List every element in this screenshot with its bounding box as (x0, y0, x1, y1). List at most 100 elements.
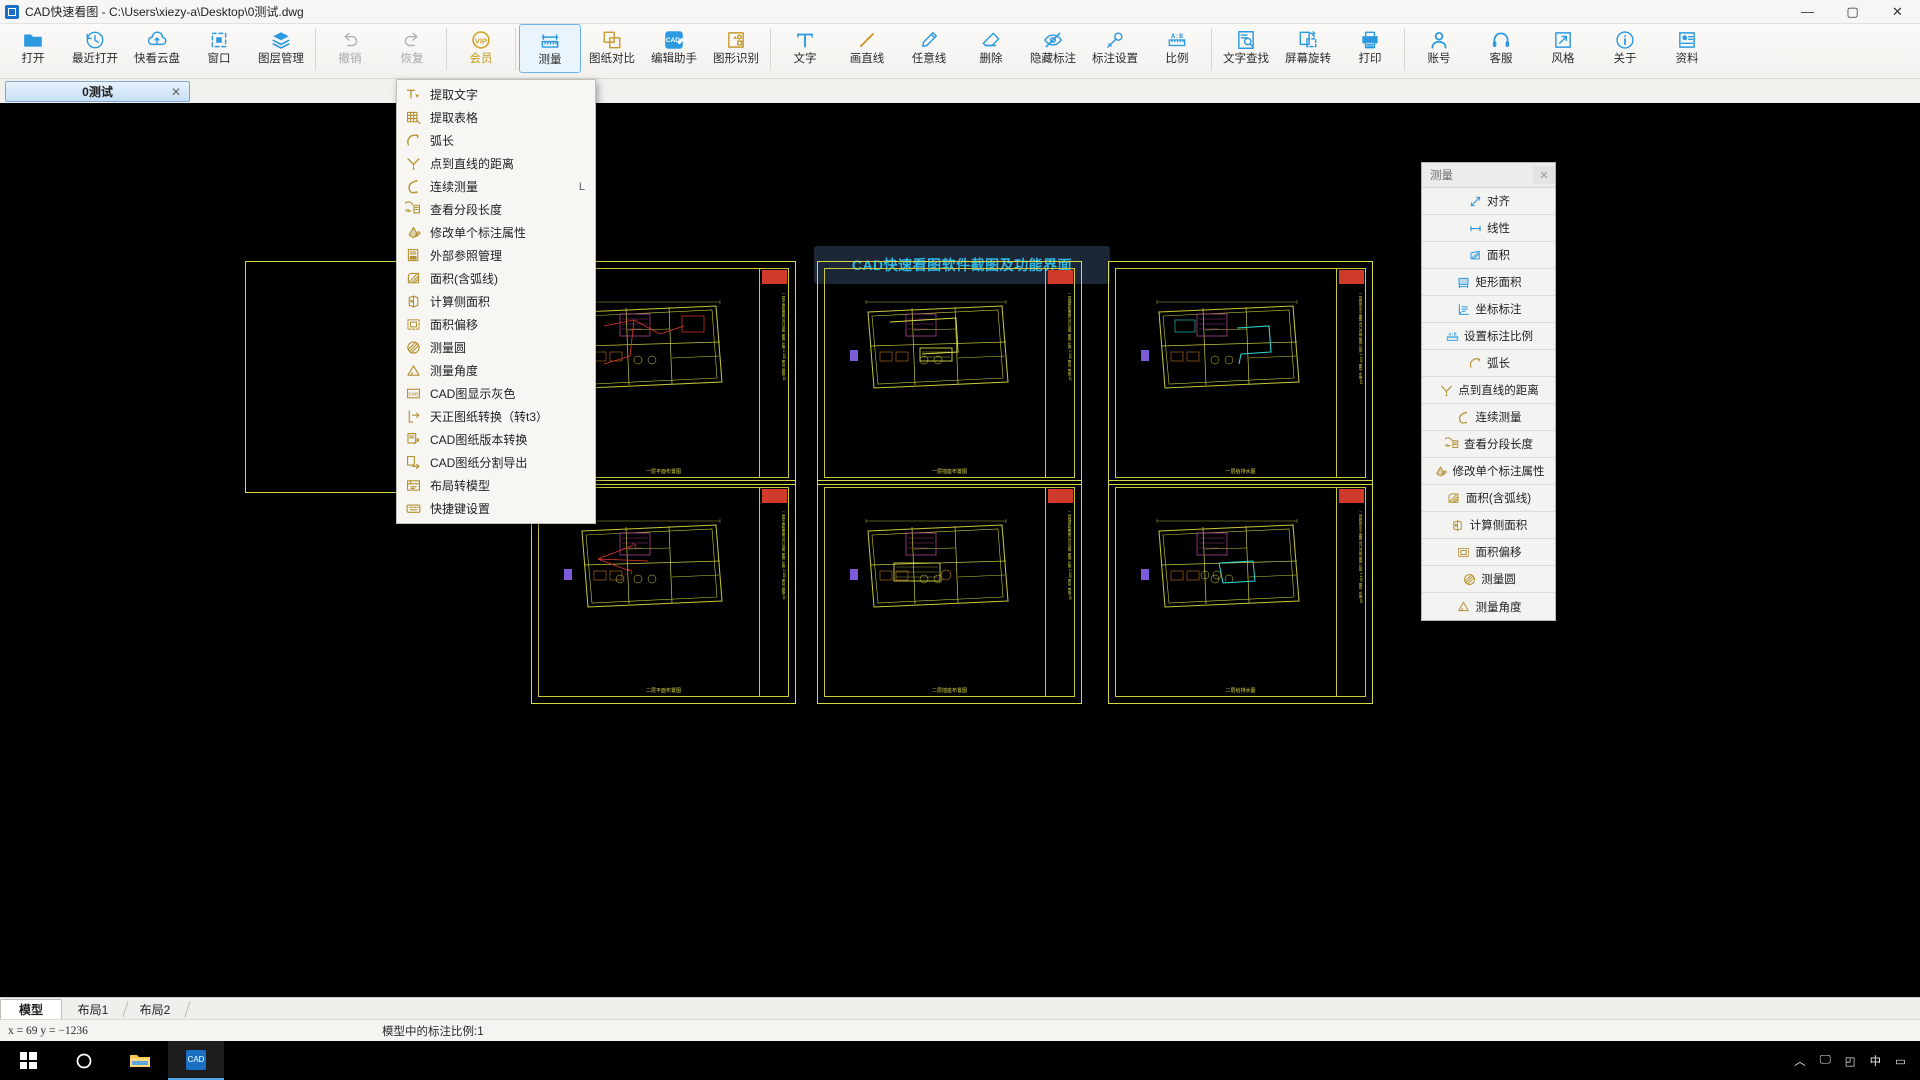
layout-tab-布局1[interactable]: 布局1 (62, 999, 129, 1019)
toolbar-button-label: 比例 (1165, 53, 1189, 65)
close-icon[interactable]: ✕ (171, 85, 181, 99)
layout-tab-模型[interactable]: 模型 (0, 999, 62, 1019)
toolbar-button-画直线[interactable]: 画直线 (836, 24, 898, 77)
panel-item-查看分段长度[interactable]: 查看分段长度 (1422, 431, 1555, 458)
panel-item-面积(含弧线)[interactable]: 面积(含弧线) (1422, 485, 1555, 512)
cad-sheet-4[interactable]: 二层插座布置图 设计说明 图例 比例 1:100 图号 电施-05 二层插座布置图 (817, 480, 1082, 704)
panel-item-对齐[interactable]: 对齐 (1422, 188, 1555, 215)
toolbar-button-比例[interactable]: A:B 比例 (1146, 24, 1208, 77)
hotkey-settings-icon (403, 500, 423, 517)
toolbar-button-删除[interactable]: 删除 (960, 24, 1022, 77)
menu-item-弧长[interactable]: 弧长 (397, 129, 595, 152)
toolbar-button-关于[interactable]: 关于 (1594, 24, 1656, 77)
toolbar-button-窗口[interactable]: 窗口 (188, 24, 250, 77)
toolbar-button-最近打开[interactable]: 最近打开 (64, 24, 126, 77)
toolbar-button-文字查找[interactable]: 文字查找 (1215, 24, 1277, 77)
network-icon[interactable]: ◰ (1845, 1054, 1856, 1068)
menu-item-外部参照管理[interactable]: 外部参照管理 (397, 244, 595, 267)
toolbar-button-label: 屏幕旋转 (1285, 53, 1331, 65)
toolbar-button-打印[interactable]: 打印 (1339, 24, 1401, 77)
layout-tab-布局2[interactable]: 布局2 (124, 999, 191, 1019)
panel-item-弧长[interactable]: 弧长 (1422, 350, 1555, 377)
chevron-up-icon[interactable]: ︿ (1794, 1053, 1806, 1069)
toolbar-button-账号[interactable]: 账号 (1408, 24, 1470, 77)
menu-item-面积偏移[interactable]: 面积偏移 (397, 313, 595, 336)
menu-item-面积(含弧线)[interactable]: 面积(含弧线) (397, 267, 595, 290)
menu-item-天正图纸转换（转t3）[interactable]: 天正图纸转换（转t3） (397, 405, 595, 428)
cad-gray-display-icon: CAD (403, 385, 423, 402)
set-dim-scale-icon: A:B (1444, 329, 1460, 344)
file-explorer-icon[interactable] (112, 1041, 168, 1080)
cad-sheet-2[interactable]: 一层给排水平面图 设计说明 图例 比例 1:100 图号 水施-03 一层给排水图 (1108, 261, 1373, 485)
sheet-caption: 二层给排水图 (1225, 688, 1256, 694)
panel-item-label: 矩形面积 (1475, 277, 1522, 289)
toolbar-button-测量[interactable]: 测量 (519, 24, 581, 73)
panel-item-测量圆[interactable]: 测量圆 (1422, 566, 1555, 593)
point-to-line-icon (1438, 383, 1454, 398)
menu-item-提取表格[interactable]: 提取表格 (397, 106, 595, 129)
panel-item-矩形面积[interactable]: 矩形面积 (1422, 269, 1555, 296)
toolbar-button-图层管理[interactable]: 图层管理 (250, 24, 312, 77)
panel-item-连续测量[interactable]: 连续测量 (1422, 404, 1555, 431)
menu-item-提取文字[interactable]: 提取文字 (397, 83, 595, 106)
menu-item-CAD图纸版本转换[interactable]: CAD图纸版本转换 (397, 428, 595, 451)
panel-item-点到直线的距离[interactable]: 点到直线的距离 (1422, 377, 1555, 404)
toolbar-button-客服[interactable]: 客服 (1470, 24, 1532, 77)
status-bar: x = 69 y = −1236 模型中的标注比例:1 (0, 1019, 1920, 1041)
toolbar-button-图形识别[interactable]: 图形识别 (705, 24, 767, 77)
toolbar-button-会员[interactable]: VIP 会员 (450, 24, 512, 77)
panel-item-线性[interactable]: 线性 (1422, 215, 1555, 242)
menu-item-查看分段长度[interactable]: 查看分段长度 (397, 198, 595, 221)
more-icon[interactable]: ▭ (1895, 1054, 1906, 1068)
close-icon[interactable]: ✕ (1533, 166, 1555, 184)
panel-item-面积[interactable]: 面积 (1422, 242, 1555, 269)
maximize-button[interactable]: ▢ (1830, 0, 1875, 24)
menu-item-测量圆[interactable]: 测量圆 (397, 336, 595, 359)
menu-item-CAD图纸分割导出[interactable]: CAD图纸分割导出 (397, 451, 595, 474)
document-tab-label: 0测试 (82, 85, 113, 99)
toolbar-button-资料[interactable]: 资料 (1656, 24, 1718, 77)
toolbar-button-任意线[interactable]: 任意线 (898, 24, 960, 77)
menu-item-测量角度[interactable]: 测量角度 (397, 359, 595, 382)
toolbar-button-屏幕旋转[interactable]: 屏幕旋转 (1277, 24, 1339, 77)
ime-indicator[interactable]: 中 (1870, 1053, 1882, 1069)
document-tab-0测试[interactable]: 0测试 ✕ (5, 81, 190, 102)
cad-app-icon[interactable]: CAD (168, 1041, 224, 1080)
menu-item-快捷键设置[interactable]: 快捷键设置 (397, 497, 595, 520)
toolbar-button-编辑助手[interactable]: CAD 编辑助手 (643, 24, 705, 77)
toolbar-button-图纸对比[interactable]: 图纸对比 (581, 24, 643, 77)
edit-annotation-icon (403, 224, 423, 241)
menu-item-连续测量[interactable]: 连续测量 L (397, 175, 595, 198)
panel-item-面积偏移[interactable]: 面积偏移 (1422, 539, 1555, 566)
minimize-button[interactable]: — (1785, 0, 1830, 24)
annotation-settings-icon (1104, 28, 1126, 52)
menu-item-点到直线的距离[interactable]: 点到直线的距离 (397, 152, 595, 175)
toolbar-button-快看云盘[interactable]: 快看云盘 (126, 24, 188, 77)
toolbar-button-文字[interactable]: 文字 (774, 24, 836, 77)
measure-panel-header[interactable]: 测量 ✕ (1422, 163, 1555, 188)
toolbar-button-打开[interactable]: 打开 (2, 24, 64, 77)
cad-sheet-5[interactable]: 二层给排水平面图 设计说明 图例 比例 1:100 图号 水施-06 二层给排水图 (1108, 480, 1373, 704)
menu-item-修改单个标注属性[interactable]: 修改单个标注属性 (397, 221, 595, 244)
monitor-icon[interactable]: 🖵 (1820, 1054, 1831, 1067)
menu-item-CAD图显示灰色[interactable]: CAD CAD图显示灰色 (397, 382, 595, 405)
close-button[interactable]: ✕ (1875, 0, 1920, 24)
windows-start-icon[interactable] (0, 1041, 56, 1080)
drawing-canvas[interactable]: CAD快速看图软件截图及功能界面 图纸 一层平面布置图 设计说明 图例 比例 1… (0, 103, 1920, 997)
toolbar-button-风格[interactable]: 风格 (1532, 24, 1594, 77)
sheet-titleblock: 一层插座布置图 设计说明 图例 比例 1:100 图号 电施-02 (1045, 268, 1075, 478)
toolbar-button-标注设置[interactable]: 标注设置 (1084, 24, 1146, 77)
cad-sheet-1[interactable]: 一层插座布置图 设计说明 图例 比例 1:100 图号 电施-02 一层插座布置图 (817, 261, 1082, 485)
menu-item-布局转模型[interactable]: 布局转模型 (397, 474, 595, 497)
panel-item-计算侧面积[interactable]: 计算侧面积 (1422, 512, 1555, 539)
cortana-search-icon[interactable] (56, 1041, 112, 1080)
panel-item-修改单个标注属性[interactable]: 修改单个标注属性 (1422, 458, 1555, 485)
menu-item-计算侧面积[interactable]: 计算侧面积 (397, 290, 595, 313)
measure-angle-icon (1456, 599, 1472, 614)
panel-item-测量角度[interactable]: 测量角度 (1422, 593, 1555, 620)
toolbar-button-隐藏标注[interactable]: 隐藏标注 (1022, 24, 1084, 77)
undo-arrow-icon (339, 28, 361, 52)
panel-item-坐标标注[interactable]: 坐标标注 (1422, 296, 1555, 323)
panel-item-设置标注比例[interactable]: A:B 设置标注比例 (1422, 323, 1555, 350)
menu-item-label: 点到直线的距离 (430, 157, 515, 171)
